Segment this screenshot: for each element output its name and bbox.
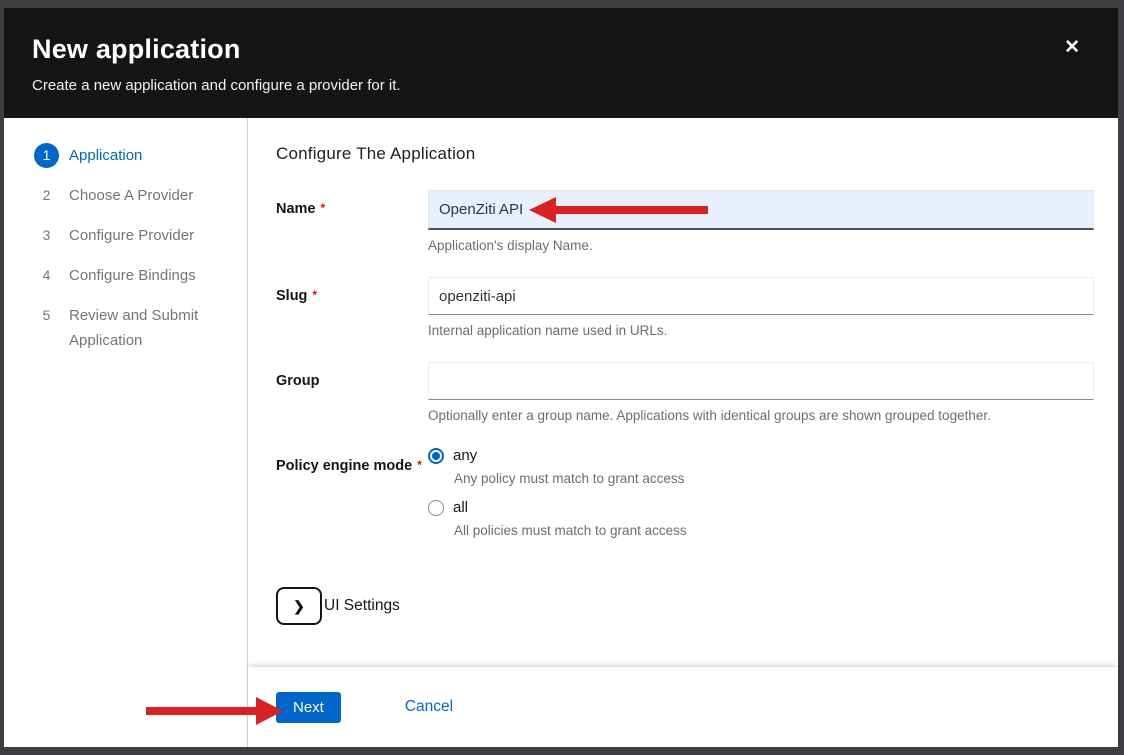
policy-engine-mode-label: Policy engine mode* <box>276 447 428 551</box>
step-label: Choose A Provider <box>69 183 193 208</box>
slug-label: Slug* <box>276 277 428 338</box>
chevron-right-icon: ❯ <box>293 598 305 615</box>
page-title: Configure The Application <box>276 144 1094 164</box>
policy-engine-mode-row: Policy engine mode* any Any policy must … <box>276 447 1094 551</box>
wizard-main: Configure The Application Name* Applicat… <box>248 118 1118 747</box>
close-icon[interactable]: ✕ <box>1064 38 1080 57</box>
group-field-row: Group Optionally enter a group name. App… <box>276 362 1094 423</box>
step-number-badge: 5 <box>34 303 59 328</box>
step-label: Configure Bindings <box>69 263 196 288</box>
ui-settings-expander: ❯ UI Settings <box>276 587 1094 625</box>
cancel-link[interactable]: Cancel <box>405 698 453 716</box>
step-number-badge: 2 <box>34 183 59 208</box>
step-configure-provider[interactable]: 3 Configure Provider <box>34 223 233 248</box>
next-button[interactable]: Next <box>276 692 341 723</box>
ui-settings-label: UI Settings <box>324 597 400 615</box>
name-label: Name* <box>276 190 428 253</box>
step-label: Configure Provider <box>69 223 194 248</box>
group-input[interactable] <box>428 362 1094 400</box>
modal-title: New application <box>32 34 1090 65</box>
policy-mode-all-radio[interactable]: all <box>428 499 1094 516</box>
step-number-badge: 1 <box>34 143 59 168</box>
new-application-modal: New application Create a new application… <box>4 8 1118 747</box>
name-help-text: Application's display Name. <box>428 238 1094 253</box>
step-number-badge: 4 <box>34 263 59 288</box>
step-configure-bindings[interactable]: 4 Configure Bindings <box>34 263 233 288</box>
radio-icon <box>428 500 444 516</box>
wizard-content: Configure The Application Name* Applicat… <box>248 118 1118 667</box>
required-asterisk: * <box>321 201 326 215</box>
group-help-text: Optionally enter a group name. Applicati… <box>428 408 1094 423</box>
step-review-submit[interactable]: 5 Review and Submit Application <box>34 303 233 353</box>
modal-header: New application Create a new application… <box>4 8 1118 118</box>
wizard-footer: Next Cancel <box>248 667 1118 747</box>
policy-mode-any-radio[interactable]: any <box>428 447 1094 464</box>
modal-subtitle: Create a new application and configure a… <box>32 77 1090 94</box>
radio-icon <box>428 448 444 464</box>
name-input[interactable] <box>428 190 1094 230</box>
step-label: Review and Submit Application <box>69 303 233 353</box>
slug-help-text: Internal application name used in URLs. <box>428 323 1094 338</box>
group-label: Group <box>276 362 428 423</box>
required-asterisk: * <box>312 288 317 302</box>
slug-input[interactable] <box>428 277 1094 315</box>
step-choose-provider[interactable]: 2 Choose A Provider <box>34 183 233 208</box>
wizard-steps-sidebar: 1 Application 2 Choose A Provider 3 Conf… <box>4 118 248 747</box>
name-field-row: Name* Application's display Name. <box>276 190 1094 253</box>
required-asterisk: * <box>417 458 422 472</box>
modal-body: 1 Application 2 Choose A Provider 3 Conf… <box>4 118 1118 747</box>
policy-all-help-text: All policies must match to grant access <box>454 523 1094 538</box>
page-backdrop: New application Create a new application… <box>0 0 1124 755</box>
step-number-badge: 3 <box>34 223 59 248</box>
slug-field-row: Slug* Internal application name used in … <box>276 277 1094 338</box>
ui-settings-toggle-button[interactable]: ❯ <box>276 587 322 625</box>
step-label: Application <box>69 143 142 168</box>
policy-any-help-text: Any policy must match to grant access <box>454 471 1094 486</box>
step-application[interactable]: 1 Application <box>34 143 233 168</box>
